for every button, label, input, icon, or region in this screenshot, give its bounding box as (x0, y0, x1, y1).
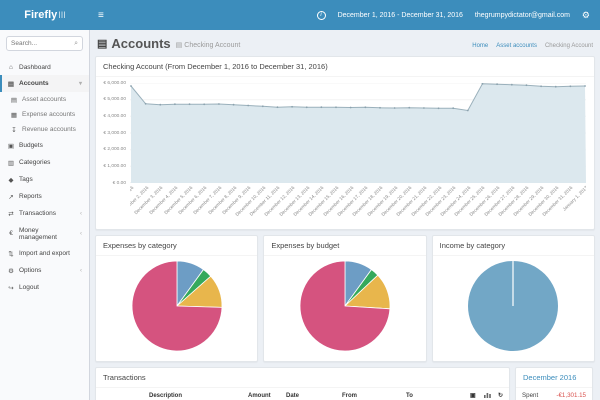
exchange-icon: ⇄ (7, 210, 15, 218)
sidebar-item-budgets[interactable]: ▣ Budgets (0, 137, 89, 154)
chevron-left-icon: ‹ (80, 268, 82, 274)
page-title: ▤ Accounts (97, 36, 171, 51)
col-to: To (403, 388, 467, 400)
income-by-category-panel: Income by category (432, 235, 595, 362)
y-tick-label: € 1,000.00 (103, 164, 126, 169)
date-range-selector[interactable]: December 1, 2016 - December 31, 2016 (338, 12, 463, 19)
sidebar-item-options[interactable]: ⚙ Options ‹ (0, 262, 89, 279)
home-icon: ⌂ (7, 64, 15, 71)
sidebar: ⌕ ⌂ Dashboard ▤ Accounts ▾ ▤ Asset accou… (0, 30, 90, 400)
y-axis-labels: € 6,000.00 € 5,000.00 € 4,000.00 € 3,000.00… (98, 83, 130, 183)
sidebar-search[interactable]: ⌕ (6, 36, 83, 51)
transactions-title: Transactions (96, 368, 509, 388)
line-chart-icon: ↗ (7, 193, 15, 201)
month-summary-title[interactable]: December 2016 (516, 368, 592, 388)
income-by-category-pie[interactable] (465, 258, 561, 359)
breadcrumb-asset-accounts[interactable]: Asset accounts (496, 43, 537, 49)
bar-chart-icon: ▥ (7, 159, 15, 167)
y-tick-label: € 2,000.00 (103, 147, 126, 152)
logo-suffix: III (58, 10, 66, 20)
chevron-left-icon: ‹ (80, 231, 82, 237)
pie-charts-row: Expenses by category Expenses by budget … (95, 235, 595, 362)
credit-card-icon: ▤ (7, 80, 15, 88)
info-icon[interactable]: i (317, 11, 326, 20)
download-icon: ↧ (10, 126, 18, 134)
tags-icon: ◆ (7, 176, 15, 184)
col-date: Date (283, 388, 339, 400)
chart-icon[interactable] (481, 388, 495, 400)
panel-title: Expenses by budget (264, 236, 425, 256)
box-icon[interactable]: ▣ (467, 388, 481, 400)
sidebar-item-transactions[interactable]: ⇄ Transactions ‹ (0, 205, 89, 222)
balance-chart-title: Checking Account (From December 1, 2016 … (96, 57, 594, 77)
breadcrumb-home[interactable]: Home (472, 43, 488, 49)
sign-out-icon: ↪ (7, 284, 15, 292)
sidebar-item-asset-accounts[interactable]: ▤ Asset accounts (0, 92, 89, 107)
main-content: ▤ Accounts ▤ Checking Account Home Asset… (90, 30, 600, 400)
breadcrumb-current: Checking Account (545, 43, 593, 49)
col-description: Description (146, 388, 245, 400)
bottom-row: Transactions Description Amount Date Fro… (95, 367, 595, 400)
area-chart-plot[interactable] (130, 83, 586, 183)
arrows-icon: ⇅ (7, 250, 15, 258)
expenses-by-budget-panel: Expenses by budget (263, 235, 426, 362)
expenses-by-category-panel: Expenses by category (95, 235, 258, 362)
panel-title: Income by category (433, 236, 594, 256)
y-tick-label: € 6,000.00 (103, 81, 126, 86)
page-subtitle: ▤ Checking Account (176, 41, 241, 49)
credit-card-icon: ▤ (97, 37, 107, 50)
breadcrumb: Home Asset accounts Checking Account (472, 43, 593, 49)
transactions-table: Description Amount Date From To ▣ ↻ (96, 388, 509, 400)
shopping-cart-icon: ▦ (10, 111, 18, 119)
gears-icon: ⚙ (7, 267, 15, 275)
chevron-down-icon: ▾ (79, 80, 82, 87)
transactions-panel: Transactions Description Amount Date Fro… (95, 367, 510, 400)
credit-card-icon: ▤ (176, 41, 183, 49)
tasks-icon: ▣ (7, 142, 15, 150)
month-summary-panel: December 2016 Spent -€1,301.15 Earned €1… (515, 367, 593, 400)
top-navbar: FireflyIII ≡ i December 1, 2016 - Decemb… (0, 0, 600, 30)
x-axis-labels: December 1, 2016December 2, 2016December… (130, 183, 586, 227)
panel-title: Expenses by category (96, 236, 257, 256)
sidebar-item-expense-accounts[interactable]: ▦ Expense accounts (0, 107, 89, 122)
expenses-by-budget-pie[interactable] (297, 258, 393, 359)
col-amount: Amount (245, 388, 283, 400)
chevron-left-icon: ‹ (80, 211, 82, 217)
y-tick-label: € 5,000.00 (103, 97, 126, 102)
y-tick-label: € 0.00 (113, 181, 126, 186)
content-header: ▤ Accounts ▤ Checking Account Home Asset… (95, 34, 595, 56)
sidebar-item-logout[interactable]: ↪ Logout (0, 279, 89, 296)
euro-icon: € (7, 230, 15, 237)
y-tick-label: € 4,000.00 (103, 114, 126, 119)
col-from: From (339, 388, 403, 400)
app-logo[interactable]: FireflyIII (0, 0, 90, 30)
gear-icon[interactable]: ⚙ (582, 10, 590, 21)
sidebar-toggle-icon[interactable]: ≡ (90, 10, 112, 21)
sidebar-item-reports[interactable]: ↗ Reports (0, 188, 89, 205)
sidebar-item-accounts[interactable]: ▤ Accounts ▾ (0, 75, 89, 92)
sidebar-item-money-management[interactable]: € Money management ‹ (0, 222, 89, 245)
sidebar-item-dashboard[interactable]: ⌂ Dashboard (0, 59, 89, 75)
user-email-menu[interactable]: thegrumpydictator@gmail.com (475, 12, 570, 19)
sidebar-item-import-export[interactable]: ⇅ Import and export (0, 245, 89, 262)
y-tick-label: € 3,000.00 (103, 131, 126, 136)
search-input[interactable] (11, 40, 74, 47)
sidebar-item-revenue-accounts[interactable]: ↧ Revenue accounts (0, 122, 89, 137)
search-icon: ⌕ (74, 40, 78, 47)
logo-text: Firefly (24, 9, 57, 21)
credit-card-icon: ▤ (10, 96, 18, 104)
sidebar-item-categories[interactable]: ▥ Categories (0, 154, 89, 171)
spent-row: Spent -€1,301.15 (516, 388, 592, 400)
refresh-icon[interactable]: ↻ (495, 388, 509, 400)
sidebar-item-tags[interactable]: ◆ Tags (0, 171, 89, 188)
balance-chart-panel: Checking Account (From December 1, 2016 … (95, 56, 595, 230)
balance-chart: € 6,000.00 € 5,000.00 € 4,000.00 € 3,000.00… (96, 77, 594, 229)
expenses-by-category-pie[interactable] (129, 258, 225, 359)
spent-value: -€1,301.15 (556, 392, 586, 399)
